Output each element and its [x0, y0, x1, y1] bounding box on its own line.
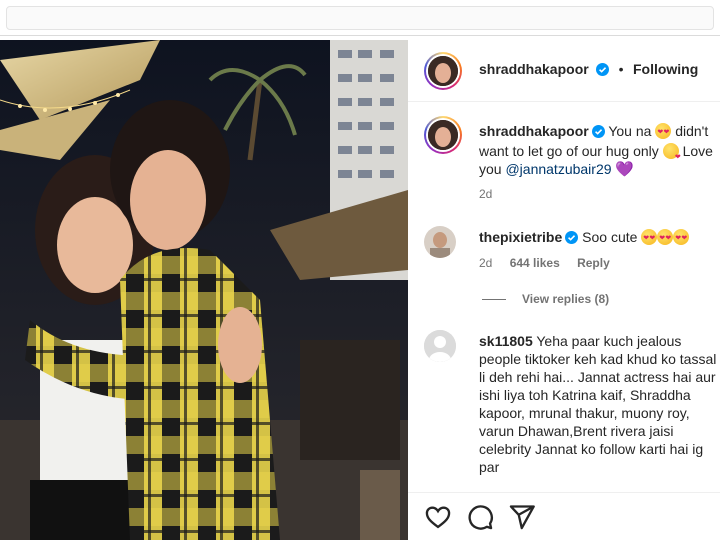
caption-text-1: You na: [608, 123, 656, 139]
verified-badge-icon: [591, 124, 605, 142]
heart-icon[interactable]: [424, 503, 452, 531]
author-username[interactable]: shraddhakapoor: [479, 61, 589, 77]
separator-dot: •: [618, 61, 624, 77]
top-search-field[interactable]: [6, 6, 714, 30]
top-bar: [0, 0, 720, 36]
view-replies-label: View replies (8): [522, 292, 610, 306]
mention-link[interactable]: @jannatzubair29: [505, 161, 611, 177]
caption-timestamp: 2d: [479, 187, 493, 201]
following-button[interactable]: Following: [633, 61, 698, 77]
caption-avatar[interactable]: [424, 116, 462, 154]
post-header: shraddhakapoor • Following: [408, 40, 720, 102]
comment-likes[interactable]: 644 likes: [510, 256, 560, 270]
view-replies-button[interactable]: View replies (8): [482, 292, 609, 306]
post-photo[interactable]: [0, 40, 408, 540]
purple-heart-icon: 💜: [615, 161, 635, 178]
comment-text: Yeha paar kuch jealous people tiktoker k…: [479, 333, 717, 475]
post-actions-bar: [408, 492, 720, 540]
heart-eyes-emoji-icon: [655, 123, 672, 142]
heart-eyes-emoji-icon: [641, 229, 658, 248]
comment-item: sk11805 Yeha paar kuch jealous people ti…: [479, 332, 717, 476]
comment-text: Soo cute: [582, 229, 642, 245]
replies-line: [482, 299, 506, 301]
reply-button[interactable]: Reply: [577, 256, 610, 270]
comment-meta: 2d 644 likes Reply: [479, 256, 717, 270]
kiss-emoji-icon: [662, 143, 681, 167]
author-line: shraddhakapoor • Following: [479, 61, 698, 81]
verified-badge-icon: [565, 230, 579, 248]
caption: shraddhakapoor You na didn't want to let…: [479, 122, 717, 201]
caption-username[interactable]: shraddhakapoor: [479, 123, 589, 139]
post-side-panel: shraddhakapoor • Following shraddhakapoo…: [408, 40, 720, 540]
heart-eyes-emoji-icon: [673, 229, 690, 248]
post-photo-illustration: [0, 40, 408, 540]
heart-eyes-emoji-icon: [657, 229, 674, 248]
commenter-avatar[interactable]: [424, 226, 456, 258]
comment-time: 2d: [479, 256, 493, 270]
author-avatar[interactable]: [424, 52, 462, 90]
default-avatar-icon[interactable]: [424, 330, 456, 362]
comment-username[interactable]: thepixietribe: [479, 229, 562, 245]
verified-badge-icon: [596, 63, 610, 81]
comment-item: thepixietribe Soo cute 2d 644 likes Repl…: [479, 228, 717, 270]
comment-username[interactable]: sk11805: [479, 333, 533, 349]
comments-list[interactable]: shraddhakapoor You na didn't want to let…: [408, 102, 720, 490]
paper-plane-icon[interactable]: [508, 503, 536, 531]
comment-icon[interactable]: [466, 503, 494, 531]
